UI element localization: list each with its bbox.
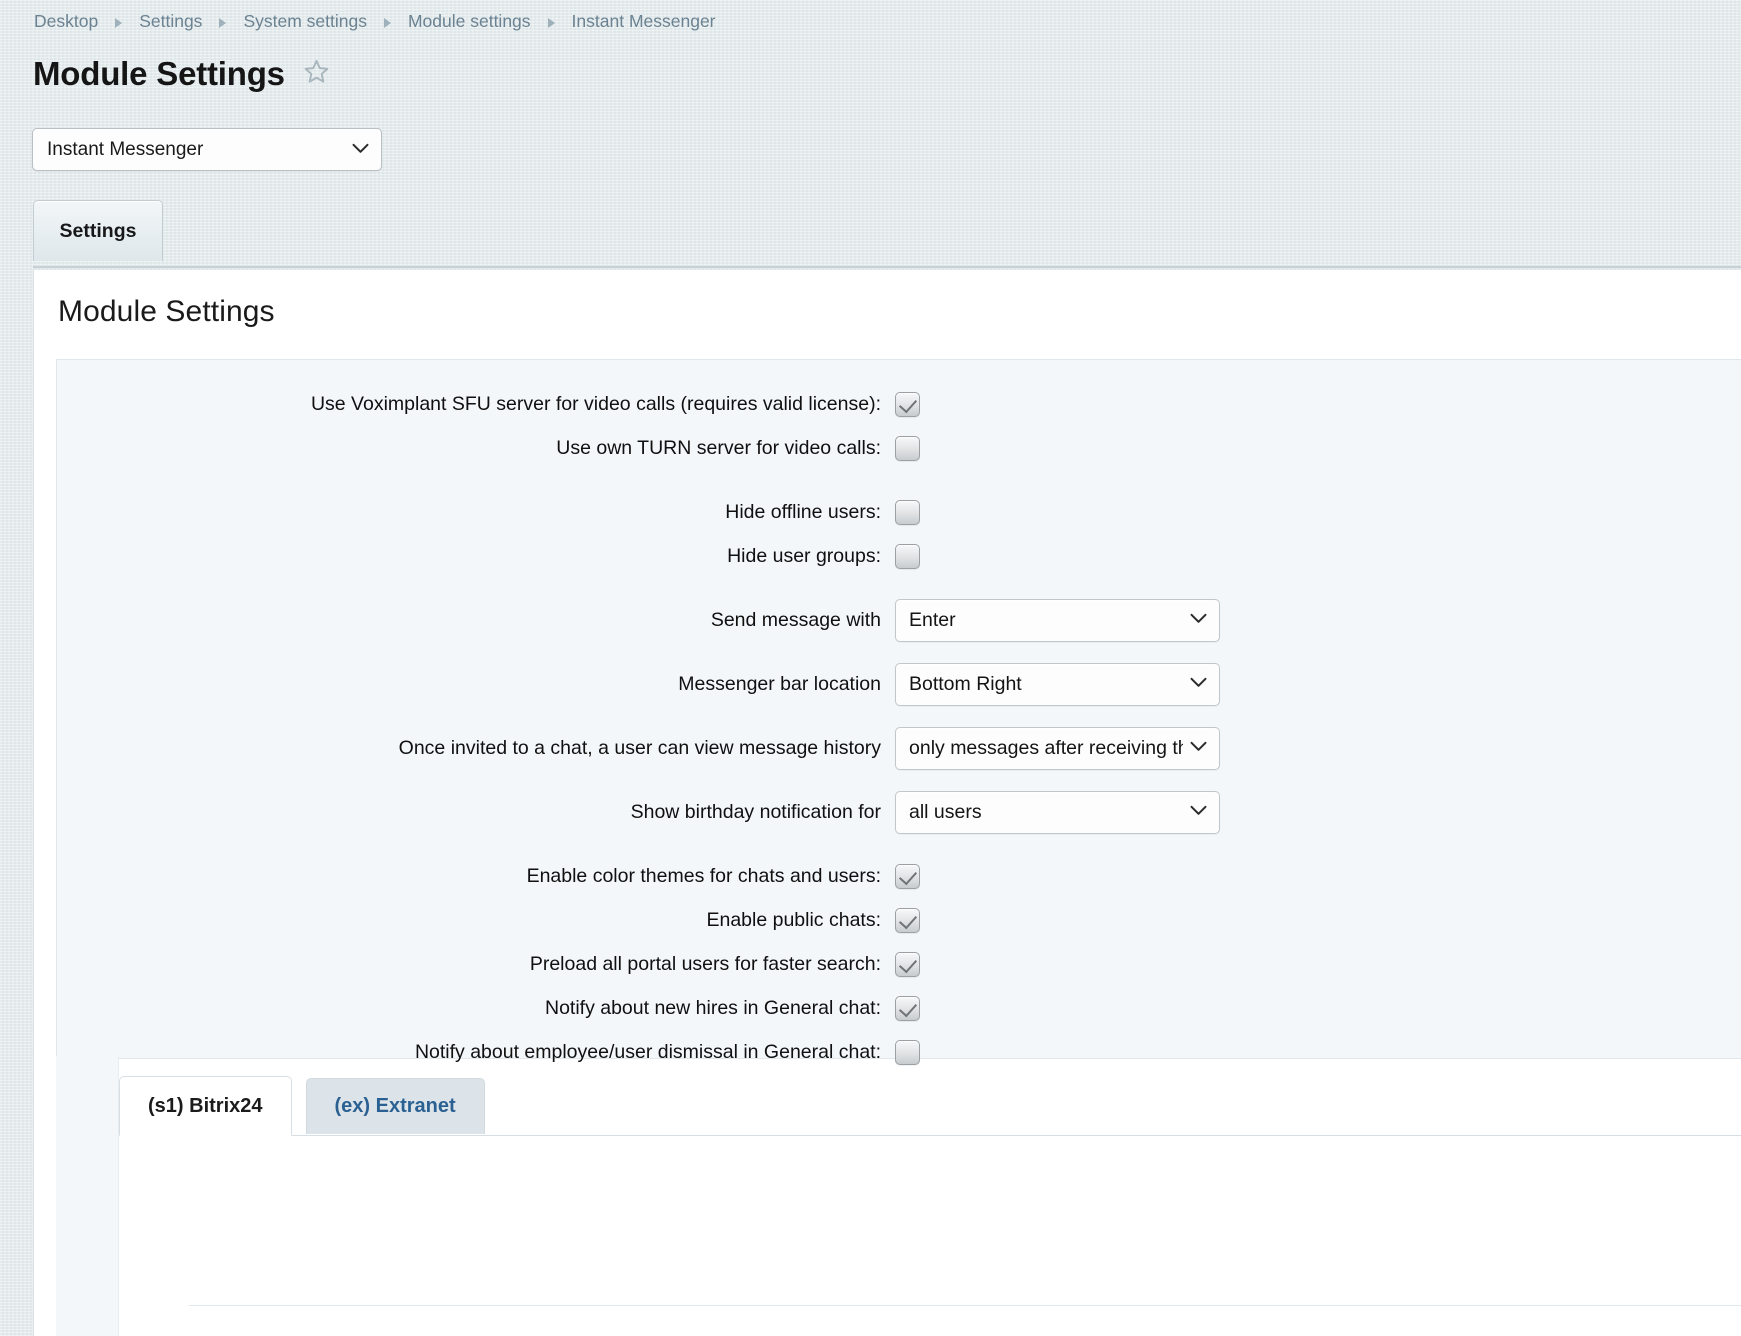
messenger-bar-location-select-wrap: Bottom Right bbox=[895, 662, 1220, 706]
page-title-row: Module Settings bbox=[33, 55, 330, 92]
form-row: Show birthday notification for all users bbox=[57, 790, 1741, 834]
form-row-label: Use Voximplant SFU server for video call… bbox=[310, 392, 881, 415]
birthday-notification-audience-select[interactable]: all users bbox=[895, 790, 1220, 834]
messenger-bar-location-select[interactable]: Bottom Right bbox=[895, 662, 1220, 706]
form-row-control bbox=[895, 863, 920, 889]
form-row: Hide user groups: bbox=[57, 534, 1741, 578]
site-tabs-left-strip bbox=[56, 1056, 119, 1336]
send-message-with-select[interactable]: Enter bbox=[895, 598, 1220, 642]
module-selector[interactable]: Instant Messenger bbox=[32, 128, 382, 171]
breadcrumb-item-desktop[interactable]: Desktop bbox=[34, 11, 98, 32]
form-row-control: only messages after receiving the invita… bbox=[895, 726, 1220, 770]
form-row-control bbox=[895, 907, 920, 933]
content-heading: Module Settings bbox=[58, 295, 275, 328]
breadcrumb-item-instant-messenger[interactable]: Instant Messenger bbox=[572, 11, 716, 32]
form-row: Enable public chats: bbox=[57, 898, 1741, 942]
page-title: Module Settings bbox=[33, 55, 285, 92]
form-row-label: Once invited to a chat, a user can view … bbox=[398, 736, 881, 759]
form-row: Use Voximplant SFU server for video call… bbox=[57, 382, 1741, 426]
form-row-control bbox=[895, 499, 920, 525]
form-row-label: Use own TURN server for video calls: bbox=[556, 436, 881, 459]
form-row: Notify about new hires in General chat: bbox=[57, 986, 1741, 1030]
app-root: Desktop Settings System settings Module set… bbox=[0, 0, 1741, 1336]
form-row-label: Hide user groups: bbox=[727, 544, 881, 567]
main-tabstrip: Settings bbox=[33, 200, 1741, 268]
form-row-control bbox=[895, 543, 920, 569]
form-row-control: all users bbox=[895, 790, 1220, 834]
breadcrumb-item-module-settings[interactable]: Module settings bbox=[408, 11, 531, 32]
chevron-right-icon bbox=[219, 17, 227, 28]
chevron-right-icon bbox=[383, 17, 391, 28]
use-own-turn-server-checkbox[interactable] bbox=[895, 435, 920, 461]
enable-color-themes-checkbox[interactable] bbox=[895, 863, 920, 889]
message-history-visibility-select[interactable]: only messages after receiving the invita… bbox=[895, 726, 1220, 770]
form-row-control bbox=[895, 391, 920, 417]
hide-user-groups-checkbox[interactable] bbox=[895, 543, 920, 569]
form-row-label: Notify about new hires in General chat: bbox=[544, 996, 881, 1019]
tabstrip-divider bbox=[33, 265, 1741, 268]
breadcrumb: Desktop Settings System settings Module set… bbox=[34, 11, 716, 32]
form-row-label: Send message with bbox=[710, 608, 881, 631]
form-row-control: Enter bbox=[895, 598, 1220, 642]
settings-form: Use Voximplant SFU server for video call… bbox=[56, 359, 1741, 1065]
form-row-label: Enable color themes for chats and users: bbox=[526, 864, 881, 887]
breadcrumb-item-system-settings[interactable]: System settings bbox=[243, 11, 367, 32]
settings-form-rows: Use Voximplant SFU server for video call… bbox=[57, 360, 1741, 1074]
chevron-right-icon bbox=[115, 17, 123, 28]
form-row-label: Hide offline users: bbox=[725, 500, 881, 523]
form-row: Once invited to a chat, a user can view … bbox=[57, 726, 1741, 770]
site-tab-extranet[interactable]: (ex) Extranet bbox=[305, 1078, 485, 1134]
preload-portal-users-checkbox[interactable] bbox=[895, 951, 920, 977]
message-history-visibility-select-wrap: only messages after receiving the invita… bbox=[895, 726, 1220, 770]
breadcrumb-item-settings[interactable]: Settings bbox=[139, 11, 202, 32]
form-row: Messenger bar location Bottom Right bbox=[57, 662, 1741, 706]
form-row: Hide offline users: bbox=[57, 490, 1741, 534]
star-outline-icon[interactable] bbox=[303, 58, 330, 90]
enable-public-chats-checkbox[interactable] bbox=[895, 907, 920, 933]
notify-new-hires-checkbox[interactable] bbox=[895, 995, 920, 1021]
form-row-label: Messenger bar location bbox=[678, 672, 881, 695]
tab-settings-label: Settings bbox=[59, 219, 137, 242]
site-tab-row: (s1) Bitrix24 (ex) Extranet bbox=[119, 1076, 485, 1136]
site-panel-divider bbox=[189, 1305, 1741, 1306]
form-row-control bbox=[895, 435, 920, 461]
site-tab-bitrix24[interactable]: (s1) Bitrix24 bbox=[119, 1076, 292, 1136]
form-row-control: Bottom Right bbox=[895, 662, 1220, 706]
send-message-with-select-wrap: Enter bbox=[895, 598, 1220, 642]
site-tab-extranet-label: (ex) Extranet bbox=[334, 1095, 456, 1117]
form-row-label: Enable public chats: bbox=[706, 908, 881, 931]
site-tab-bitrix24-label: (s1) Bitrix24 bbox=[148, 1094, 263, 1117]
form-row: Preload all portal users for faster sear… bbox=[57, 942, 1741, 986]
chevron-right-icon bbox=[547, 17, 555, 28]
tab-settings[interactable]: Settings bbox=[33, 200, 163, 261]
module-select-input[interactable]: Instant Messenger bbox=[32, 128, 382, 171]
form-row-control bbox=[895, 995, 920, 1021]
form-row: Enable color themes for chats and users: bbox=[57, 854, 1741, 898]
birthday-notification-audience-select-wrap: all users bbox=[895, 790, 1220, 834]
form-row: Use own TURN server for video calls: bbox=[57, 426, 1741, 470]
hide-offline-users-checkbox[interactable] bbox=[895, 499, 920, 525]
form-row-control bbox=[895, 951, 920, 977]
site-tabs-section: (s1) Bitrix24 (ex) Extranet bbox=[56, 1056, 1741, 1336]
use-voximplant-sfu-server-checkbox[interactable] bbox=[895, 391, 920, 417]
content-panel: Module Settings Use Voximplant SFU serve… bbox=[33, 270, 1741, 1336]
form-row: Send message with Enter bbox=[57, 598, 1741, 642]
form-row-label: Preload all portal users for faster sear… bbox=[529, 952, 881, 975]
form-row-label: Show birthday notification for bbox=[630, 800, 881, 823]
site-tab-panel bbox=[119, 1135, 1741, 1336]
